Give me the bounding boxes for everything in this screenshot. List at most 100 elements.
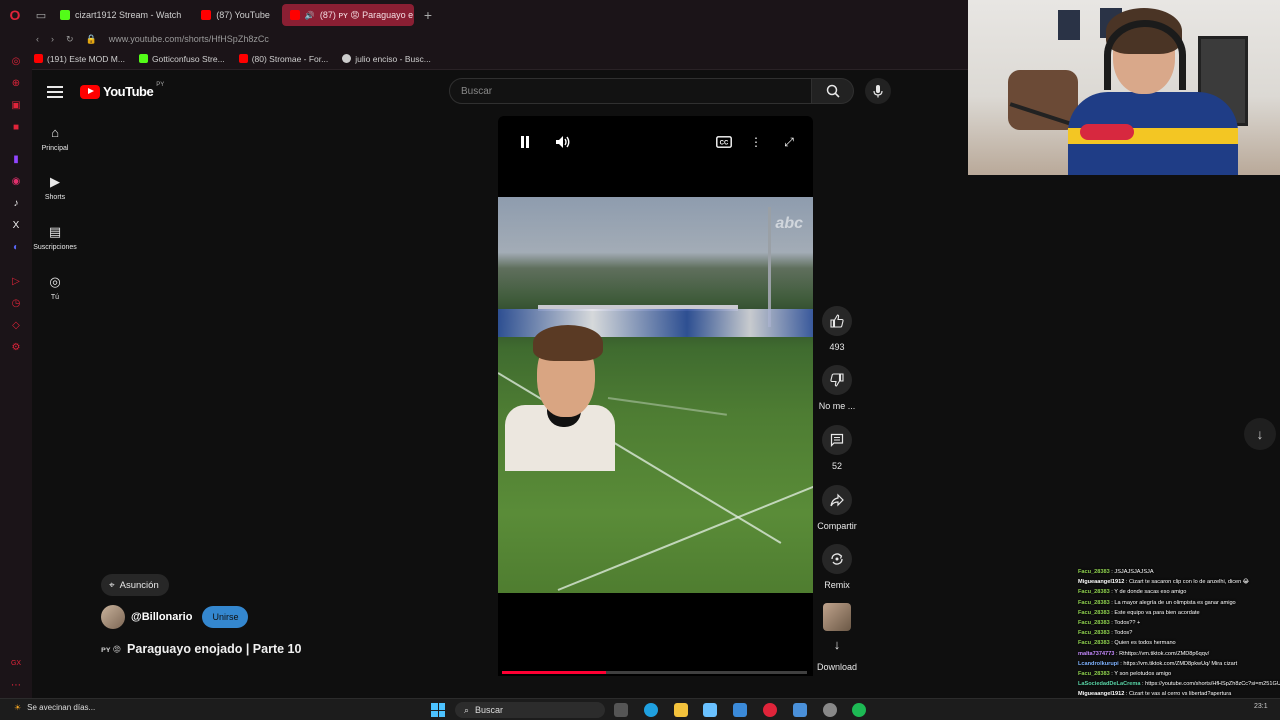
edge-icon[interactable]: [644, 703, 658, 717]
volume-icon[interactable]: [555, 134, 571, 150]
share-icon: [822, 485, 852, 515]
tab-youtube-short[interactable]: 🔊 (87) ᴘʏ 😡 Paraguayo e: [281, 4, 414, 26]
youtube-logo[interactable]: YouTube PY: [80, 82, 164, 99]
taskbar-search[interactable]: ⌕ Buscar: [455, 702, 605, 718]
spotify-icon[interactable]: [852, 703, 866, 717]
nav-item-you[interactable]: ◎ Tú: [32, 274, 78, 301]
chat-username[interactable]: Facu_28383: [1078, 589, 1110, 595]
bookmark-label: Gotticonfuso Stre...: [151, 53, 225, 64]
file-explorer-icon[interactable]: [614, 703, 628, 717]
channel-name[interactable]: @Billonario: [131, 611, 192, 623]
bookmark-item[interactable]: Gotticonfuso Stre...: [138, 53, 225, 64]
video-title[interactable]: ᴘʏ 😡 Paraguayo enojado | Parte 10: [101, 642, 301, 656]
instagram-app-icon[interactable]: ◉: [10, 176, 22, 188]
pause-icon[interactable]: [517, 134, 533, 150]
next-short-button[interactable]: ↓: [1244, 418, 1276, 450]
copilot-icon[interactable]: [703, 703, 717, 717]
tab-menu-icon[interactable]: ▭: [30, 0, 52, 30]
more-icon[interactable]: ⋯: [10, 680, 22, 692]
chat-username[interactable]: Migueaangel1912: [1078, 579, 1124, 585]
speaker-icon[interactable]: 🔊: [305, 11, 315, 20]
chat-username[interactable]: LaSociedadDeLaCrema: [1078, 681, 1141, 687]
messenger-icon[interactable]: ■: [10, 122, 22, 134]
like-button[interactable]: 493: [815, 306, 859, 352]
clock: 23:1: [1254, 703, 1268, 710]
chat-username[interactable]: Facu_28383: [1078, 671, 1110, 677]
join-button[interactable]: Unirse: [202, 606, 249, 628]
settings-icon[interactable]: [823, 703, 837, 717]
crypto-wallet-icon[interactable]: ⊕: [10, 78, 22, 90]
captions-icon[interactable]: CC: [716, 134, 732, 150]
nav-item-principal[interactable]: ⌂ Principal: [32, 125, 78, 152]
pinboard-icon[interactable]: ◇: [10, 320, 22, 332]
hamburger-menu-icon[interactable]: [47, 83, 63, 99]
discord-icon[interactable]: ◐: [10, 242, 22, 254]
bookmark-item[interactable]: julio enciso - Busc...: [342, 54, 431, 64]
chat-username[interactable]: Facu_28383: [1078, 640, 1110, 646]
opera-gx-icon[interactable]: [763, 703, 777, 717]
aria-icon[interactable]: ◎: [10, 56, 22, 68]
nav-item-shorts[interactable]: ▶ Shorts: [32, 174, 78, 201]
chat-username[interactable]: Facu_28383: [1078, 569, 1110, 575]
chat-text: Cizart te vas al cerro vs libertad?apert…: [1129, 691, 1232, 698]
chat-username[interactable]: Migueaangel1912: [1078, 691, 1124, 697]
chat-username[interactable]: Facu_28383: [1078, 610, 1110, 616]
gx-icon[interactable]: GX: [10, 658, 22, 670]
more-options-icon[interactable]: ⋮: [748, 134, 764, 150]
chat-message: Facu_28383 : JSJAJSJAJSJA: [1078, 567, 1280, 577]
channel-avatar[interactable]: [101, 605, 125, 629]
chat-message: Lcandrolkurupi : https://vm.tiktok.com/Z…: [1078, 659, 1280, 669]
reload-icon[interactable]: ↻: [66, 34, 74, 45]
bookmark-item[interactable]: (191) Este MOD M...: [34, 54, 125, 64]
folder-icon[interactable]: [674, 703, 688, 717]
x-icon[interactable]: X: [10, 220, 22, 232]
notepad-icon[interactable]: [793, 703, 807, 717]
location-chip[interactable]: ⌖ Asunción: [101, 574, 169, 596]
bookmark-item[interactable]: (80) Stromae - For...: [238, 54, 328, 64]
store-icon[interactable]: [733, 703, 747, 717]
fullscreen-icon[interactable]: ⤢: [781, 134, 797, 150]
forward-icon[interactable]: ›: [51, 34, 54, 44]
url-field[interactable]: www.youtube.com/shorts/HfHSpZh8zCc: [109, 34, 269, 44]
new-tab-button[interactable]: +: [418, 7, 438, 23]
chat-username[interactable]: malta7374773: [1078, 651, 1114, 657]
remix-label: Remix: [824, 580, 850, 590]
weather-widget[interactable]: ☀ Se avecinan días...: [14, 703, 95, 712]
chat-username[interactable]: Facu_28383: [1078, 620, 1110, 626]
arrow-down-icon: ↓: [1256, 426, 1264, 442]
chat-text: https://vm.tiktok.com/ZMD8pkwUq/ Mira ci…: [1123, 660, 1238, 667]
settings-icon[interactable]: ⚙: [10, 342, 22, 354]
search-button[interactable]: [812, 78, 854, 104]
twitch-icon[interactable]: ▮: [10, 154, 22, 166]
voice-search-button[interactable]: [865, 78, 891, 104]
comments-button[interactable]: 52: [815, 425, 859, 471]
bookmark-label: julio enciso - Busc...: [355, 53, 431, 64]
back-icon[interactable]: ‹: [36, 34, 39, 44]
sound-thumbnail-button[interactable]: [815, 603, 859, 631]
share-button[interactable]: Compartir: [815, 485, 859, 531]
tab-kick-stream[interactable]: cizart1912 Stream - Watch: [52, 4, 189, 26]
chat-username[interactable]: Facu_28383: [1078, 630, 1110, 636]
channel-row: @Billonario Unirse: [101, 605, 249, 629]
chat-message: malta7374773 : Rthttps://vm.tiktok.com/Z…: [1078, 649, 1280, 659]
tab-youtube[interactable]: (87) YouTube: [193, 4, 278, 26]
chat-username[interactable]: Lcandrolkurupi: [1078, 661, 1119, 667]
start-button[interactable]: [431, 703, 445, 717]
chat-text: Cizart te sacaron clip con lo de anzelhi…: [1129, 579, 1250, 586]
history-icon[interactable]: ◷: [10, 298, 22, 310]
download-button[interactable]: ↓ Download: [815, 637, 859, 672]
player-icon[interactable]: ▷: [10, 276, 22, 288]
remix-button[interactable]: Remix: [815, 544, 859, 590]
tiktok-icon[interactable]: ♪: [10, 198, 22, 210]
weather-label: Se avecinan días...: [27, 703, 96, 712]
title-prefix: ᴘʏ 😡: [101, 644, 122, 654]
home-icon: ⌂: [51, 125, 59, 140]
chat-username[interactable]: Facu_28383: [1078, 600, 1110, 606]
shorts-player[interactable]: CC ⋮ ⤢ abc: [498, 116, 813, 676]
instagram-icon[interactable]: ▣: [10, 100, 22, 112]
search-input[interactable]: Buscar: [449, 78, 812, 104]
video-progress-bar[interactable]: [502, 671, 807, 674]
dislike-button[interactable]: No me ...: [815, 365, 859, 411]
nav-item-subscriptions[interactable]: ▤ Suscripciones: [32, 224, 78, 251]
opera-logo-icon[interactable]: O: [0, 0, 30, 30]
